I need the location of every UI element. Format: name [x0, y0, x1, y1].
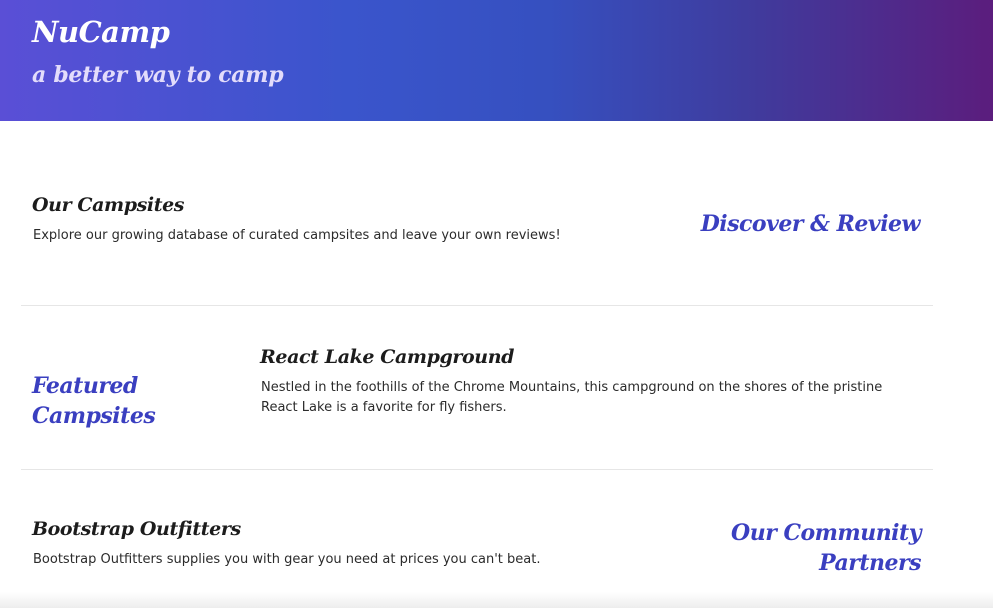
- section-divider: [21, 469, 933, 470]
- featured-campsite-text: Nestled in the foothills of the Chrome M…: [261, 380, 883, 415]
- bottom-fade: [0, 592, 993, 608]
- partner-title: Bootstrap Outfitters: [32, 518, 241, 540]
- featured-campsite-title: React Lake Campground: [260, 346, 514, 368]
- campsites-text: Explore our growing database of curated …: [33, 228, 561, 243]
- campsites-title: Our Campsites: [32, 194, 185, 216]
- section-divider: [21, 305, 933, 306]
- community-partners-heading: Our Community Partners: [731, 520, 921, 576]
- brand-title: NuCamp: [32, 15, 170, 49]
- featured-campsites-heading: Featured Campsites: [32, 373, 156, 429]
- partner-text: Bootstrap Outfitters supplies you with g…: [33, 552, 541, 567]
- brand-tagline: a better way to camp: [32, 62, 284, 88]
- header-jumbotron: NuCamp a better way to camp: [0, 0, 993, 121]
- discover-review-heading: Discover & Review: [700, 211, 921, 237]
